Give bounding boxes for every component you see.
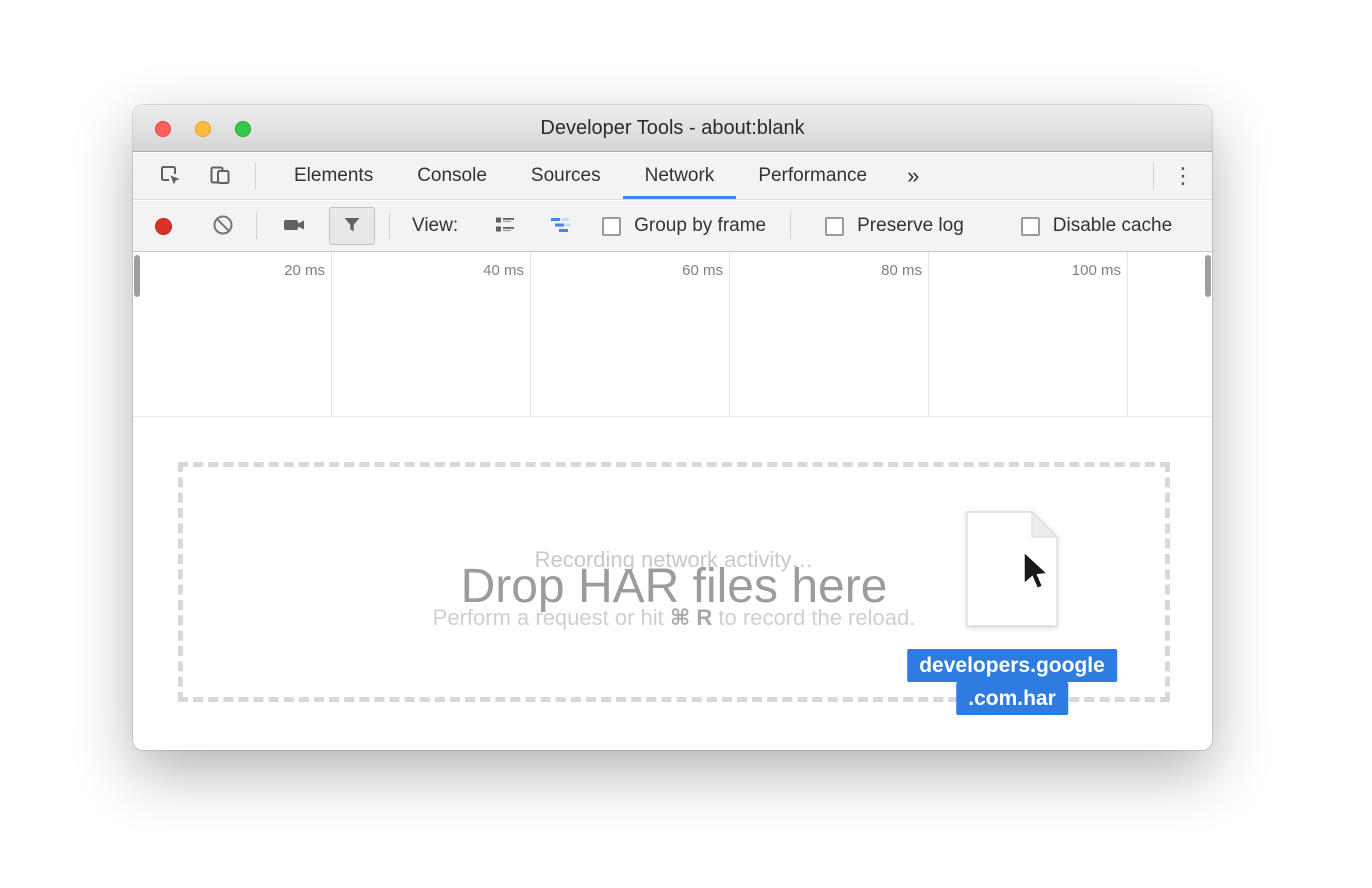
zoom-window-button[interactable] [235, 121, 251, 137]
clear-ban-icon [211, 213, 235, 240]
timeline-label: 60 ms [633, 262, 723, 279]
scrollbar-thumb-right[interactable] [1205, 255, 1211, 297]
list-rows-icon [493, 213, 517, 240]
timeline-label: 100 ms [1031, 262, 1121, 279]
gridline [1127, 252, 1128, 416]
preserve-log-label: Preserve log [857, 215, 964, 237]
preserve-log-checkbox[interactable] [825, 217, 844, 236]
separator [255, 163, 256, 189]
window-title: Developer Tools - about:blank [540, 117, 804, 140]
timeline-label: 40 ms [434, 262, 524, 279]
timeline-label: 20 ms [235, 262, 325, 279]
gridline [530, 252, 531, 416]
camera-icon [281, 213, 307, 240]
network-toolbar: View: [133, 201, 1212, 252]
disable-cache-label: Disable cache [1053, 215, 1172, 237]
devtools-menu-button[interactable]: ⋮ [1172, 163, 1194, 189]
separator [256, 213, 257, 239]
separator [389, 213, 390, 239]
scrollbar-thumb-left[interactable] [134, 255, 140, 297]
group-by-frame-checkbox[interactable] [602, 217, 621, 236]
group-by-frame-label: Group by frame [634, 215, 766, 237]
mouse-cursor-icon [1023, 551, 1049, 596]
record-button[interactable] [155, 218, 172, 235]
device-toolbar-icon [208, 163, 232, 190]
network-waterfall-header: 20 ms 40 ms 60 ms 80 ms 100 ms [133, 252, 1212, 417]
waterfall-icon [549, 213, 573, 240]
devtools-tabbar: Elements Console Sources Network Perform… [133, 153, 1212, 200]
tab-performance[interactable]: Performance [736, 153, 889, 199]
filter-button[interactable] [329, 207, 375, 245]
gridline [729, 252, 730, 416]
har-dropzone[interactable]: Recording network activity… Perform a re… [178, 462, 1170, 702]
gridline [928, 252, 929, 416]
tab-network[interactable]: Network [623, 153, 737, 199]
tab-sources[interactable]: Sources [509, 153, 623, 199]
tab-console[interactable]: Console [395, 153, 509, 199]
separator [790, 213, 791, 239]
tab-elements[interactable]: Elements [272, 153, 395, 199]
filter-funnel-icon [340, 213, 364, 240]
separator [1153, 163, 1154, 189]
close-window-button[interactable] [155, 121, 171, 137]
gridline [331, 252, 332, 416]
preserve-log-option[interactable]: Preserve log [825, 215, 964, 237]
capture-screenshots-button[interactable] [277, 209, 311, 243]
group-by-frame-option[interactable]: Group by frame [602, 215, 766, 237]
more-tabs-chevron[interactable]: » [907, 163, 919, 189]
view-label: View: [412, 215, 458, 237]
device-toolbar-button[interactable] [203, 159, 237, 193]
inspect-cursor-icon [158, 163, 182, 190]
disable-cache-checkbox[interactable] [1021, 217, 1040, 236]
traffic-lights [155, 121, 251, 137]
show-overview-button[interactable] [544, 209, 578, 243]
disable-cache-option[interactable]: Disable cache [1021, 215, 1172, 237]
inspect-element-button[interactable] [153, 159, 187, 193]
dragged-file-name-line2: .com.har [956, 682, 1068, 715]
devtools-window: Developer Tools - about:blank Elements C… [133, 105, 1212, 750]
minimize-window-button[interactable] [195, 121, 211, 137]
dragged-file-name-line1: developers.google [907, 649, 1117, 682]
timeline-label: 80 ms [832, 262, 922, 279]
large-request-rows-button[interactable] [488, 209, 522, 243]
clear-button[interactable] [208, 209, 238, 243]
window-titlebar[interactable]: Developer Tools - about:blank [133, 105, 1212, 152]
